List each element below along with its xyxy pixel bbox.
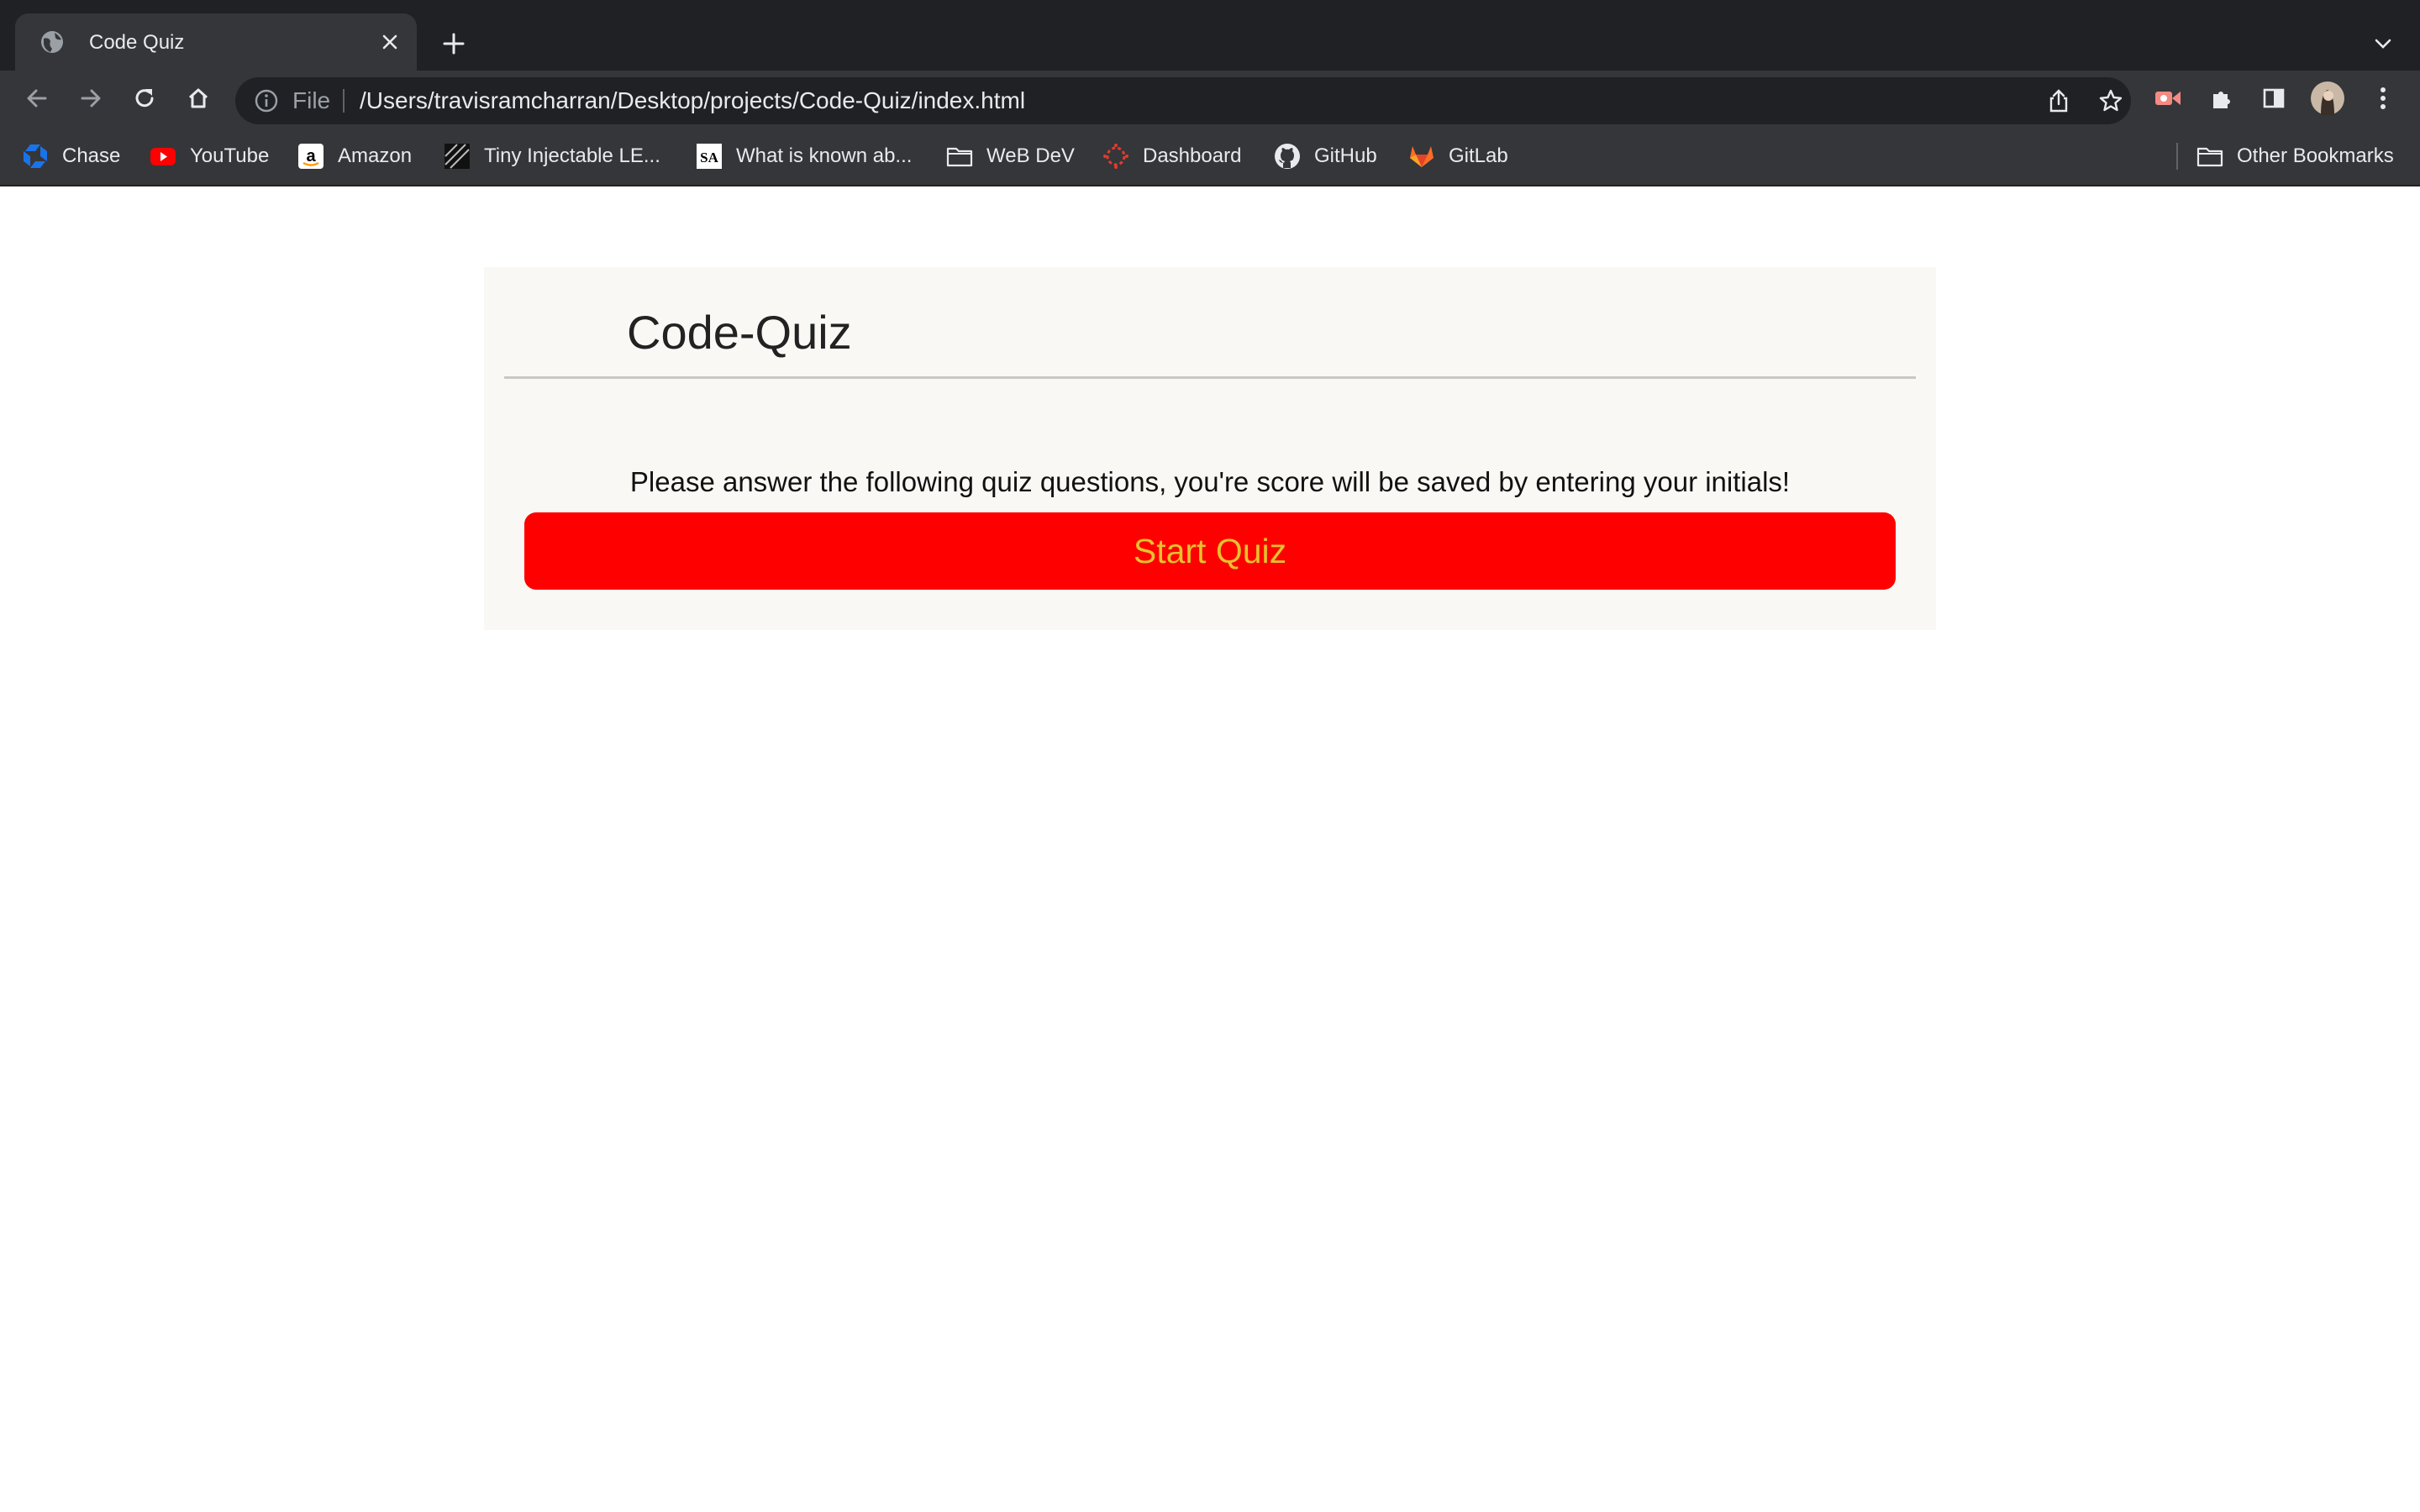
bookmark-dashboard[interactable]: Dashboard bbox=[1102, 141, 1241, 171]
share-icon[interactable] bbox=[2044, 86, 2074, 116]
back-arrow-icon[interactable] bbox=[20, 81, 54, 115]
info-icon[interactable] bbox=[254, 88, 279, 113]
browser-toolbar: File /Users/travisramcharran/Desktop/pro… bbox=[0, 71, 2420, 126]
bookmark-github[interactable]: GitHub bbox=[1274, 141, 1377, 171]
canvas-icon bbox=[1102, 143, 1129, 170]
github-icon bbox=[1274, 143, 1301, 170]
bookmark-folder-web-dev[interactable]: WeB DeV bbox=[946, 141, 1075, 171]
bookmark-label: GitLab bbox=[1449, 144, 1508, 167]
quiz-card: Code-Quiz Please answer the following qu… bbox=[484, 267, 1936, 630]
bookmark-what-is-known[interactable]: SA What is known ab... bbox=[696, 141, 912, 171]
bookmark-label: Amazon bbox=[338, 144, 413, 167]
browser-tab[interactable]: Code Quiz bbox=[15, 13, 417, 71]
title-divider bbox=[504, 376, 1916, 379]
chevron-down-icon[interactable] bbox=[2368, 29, 2398, 59]
page-title: Code-Quiz bbox=[627, 306, 852, 359]
bookmark-tiny-injectable[interactable]: Tiny Injectable LE... bbox=[444, 141, 660, 171]
svg-text:a: a bbox=[306, 147, 316, 165]
amazon-icon: a bbox=[297, 143, 324, 170]
bookmark-label: YouTube bbox=[190, 144, 270, 167]
youtube-icon bbox=[150, 143, 176, 170]
bookmark-label: GitHub bbox=[1314, 144, 1377, 167]
page-thumbnail-icon bbox=[444, 143, 471, 170]
address-bar[interactable]: File /Users/travisramcharran/Desktop/pro… bbox=[235, 77, 2131, 124]
profile-avatar[interactable] bbox=[2311, 81, 2344, 115]
sa-logo-icon: SA bbox=[696, 143, 723, 170]
extension-record-icon[interactable] bbox=[2151, 81, 2185, 115]
folder-icon bbox=[2196, 143, 2223, 170]
bookmark-youtube[interactable]: YouTube bbox=[150, 141, 269, 171]
folder-icon bbox=[946, 143, 973, 170]
bookmark-gitlab[interactable]: GitLab bbox=[1408, 141, 1508, 171]
forward-arrow-icon[interactable] bbox=[74, 81, 108, 115]
bookmark-label: Tiny Injectable LE... bbox=[484, 144, 660, 167]
bookmark-label: Chase bbox=[62, 144, 121, 167]
extensions-puzzle-icon[interactable] bbox=[2205, 81, 2238, 115]
tab-title: Code Quiz bbox=[89, 31, 185, 54]
url-scheme-label: File bbox=[292, 87, 331, 113]
tab-strip: Code Quiz bbox=[0, 0, 2420, 71]
bookmark-label: WeB DeV bbox=[986, 144, 1075, 167]
page-viewport: Code-Quiz Please answer the following qu… bbox=[0, 186, 2420, 1512]
bookmark-label: Other Bookmarks bbox=[2237, 144, 2394, 167]
side-panel-icon[interactable] bbox=[2257, 81, 2291, 115]
start-quiz-button[interactable]: Start Quiz bbox=[524, 512, 1896, 590]
quiz-instructions: Please answer the following quiz questio… bbox=[629, 466, 1791, 497]
reload-icon[interactable] bbox=[128, 81, 161, 115]
close-tab-icon[interactable] bbox=[376, 29, 403, 55]
bookmarks-divider bbox=[2176, 143, 2178, 170]
bookmark-star-icon[interactable] bbox=[2096, 86, 2126, 116]
gitlab-icon bbox=[1408, 143, 1435, 170]
bookmarks-bar: Chase YouTube a Amazon Tiny Injectable L… bbox=[0, 126, 2420, 186]
bookmark-amazon[interactable]: a Amazon bbox=[297, 141, 412, 171]
home-icon[interactable] bbox=[182, 81, 215, 115]
chase-icon bbox=[22, 143, 49, 170]
bookmark-label: Dashboard bbox=[1143, 144, 1242, 167]
url-text[interactable]: /Users/travisramcharran/Desktop/projects… bbox=[360, 87, 1025, 114]
globe-icon bbox=[39, 29, 66, 55]
url-divider bbox=[343, 89, 345, 113]
bookmark-other-bookmarks[interactable]: Other Bookmarks bbox=[2196, 141, 2394, 171]
bookmark-chase[interactable]: Chase bbox=[22, 141, 120, 171]
kebab-menu-icon[interactable] bbox=[2366, 81, 2400, 115]
new-tab-plus-icon[interactable] bbox=[437, 27, 471, 60]
svg-text:SA: SA bbox=[700, 150, 718, 165]
bookmark-label: What is known ab... bbox=[736, 144, 913, 167]
